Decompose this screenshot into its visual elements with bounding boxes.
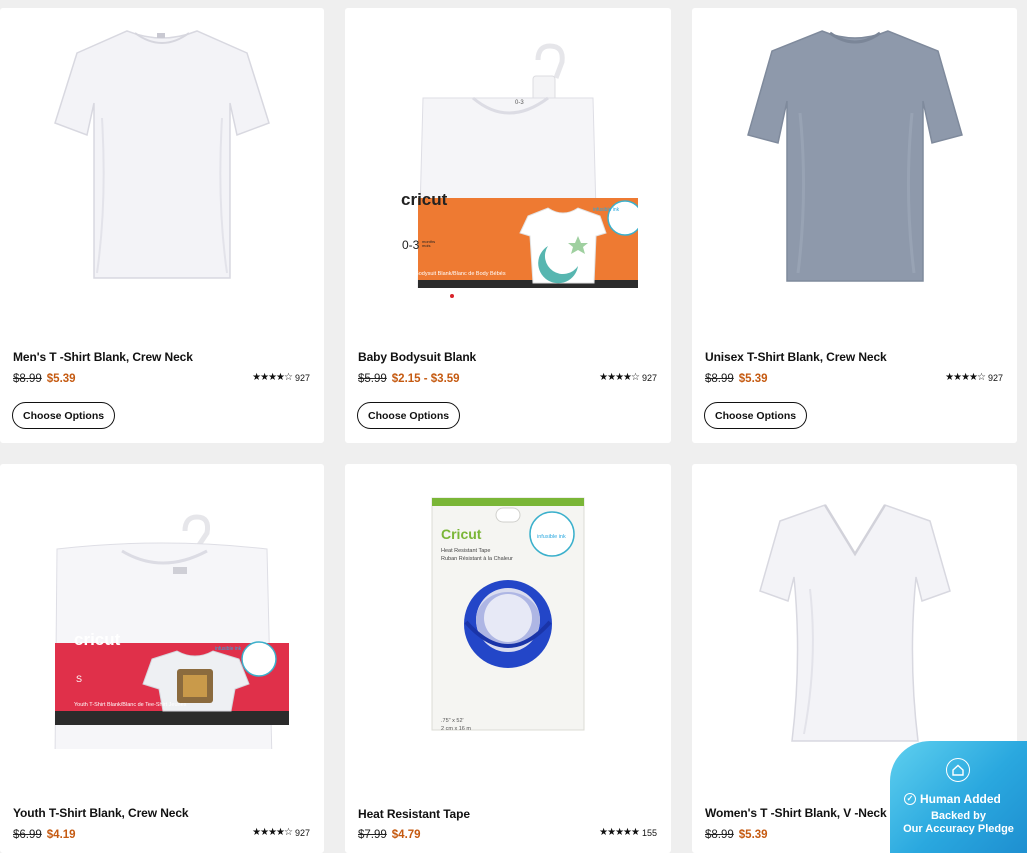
product-price: $8.99 $5.39 <box>13 373 76 385</box>
rating[interactable]: ★★★★☆ 927 <box>945 372 1003 383</box>
choose-options-button[interactable]: Choose Options <box>12 402 116 429</box>
product-image[interactable] <box>692 8 1017 308</box>
sale-price: $2.15 - $3.59 <box>391 373 460 385</box>
product-price: $8.99 $5.39 <box>705 373 768 385</box>
rating-count: 927 <box>641 372 657 383</box>
package-caption: Baby Bodysuit Blank/Blanc de Body Bébés <box>401 271 506 277</box>
product-name[interactable]: Unisex T-Shirt Blank, Crew Neck <box>705 350 887 364</box>
human-added-badge[interactable]: ✓ Human Added Backed by Our Accuracy Ple… <box>890 741 1027 853</box>
product-card[interactable]: cricut 0-3 months mois Baby Bodysuit Bla… <box>345 8 671 443</box>
rating-count: 927 <box>987 372 1003 383</box>
product-price: $6.99 $4.19 <box>13 829 76 841</box>
badge-subtitle: Backed by Our Accuracy Pledge <box>890 810 1027 836</box>
sale-price: $4.79 <box>391 829 421 841</box>
package-caption: Youth T-Shirt Blank/Blanc de Tee-Shirt J… <box>74 702 187 708</box>
package-line2: Ruban Résistant à la Chaleur <box>441 556 513 562</box>
product-name[interactable]: Heat Resistant Tape <box>358 807 470 821</box>
rating[interactable]: ★★★★☆ 927 <box>599 372 657 383</box>
youth-tshirt-package-image <box>54 514 289 749</box>
badge-line1: Backed by <box>930 810 987 822</box>
choose-options-button[interactable]: Choose Options <box>357 402 461 429</box>
sale-price: $5.39 <box>738 373 768 385</box>
package-brand: cricut <box>401 190 448 209</box>
product-name[interactable]: Youth T-Shirt Blank, Crew Neck <box>13 806 189 820</box>
product-image[interactable] <box>345 464 671 764</box>
grey-tshirt-image <box>746 30 963 282</box>
package-size: 0-3 <box>402 238 420 252</box>
product-card[interactable]: Unisex T-Shirt Blank, Crew Neck $8.99 $5.… <box>692 8 1017 443</box>
package-line1: Heat Resistant Tape <box>441 548 491 554</box>
product-price: $8.99 $5.39 <box>705 829 768 841</box>
sale-price: $5.39 <box>46 373 76 385</box>
old-price: $8.99 <box>705 373 734 385</box>
white-tshirt-image <box>54 30 270 279</box>
product-grid: Men's T -Shirt Blank, Crew Neck $8.99 $5.… <box>0 0 1027 853</box>
package-dims: .75" x 52' <box>441 718 464 724</box>
product-image[interactable] <box>0 8 324 308</box>
check-circle-icon: ✓ <box>904 793 916 805</box>
product-price: $5.99 $2.15 - $3.59 <box>358 373 460 385</box>
rating-count: 927 <box>294 372 310 383</box>
star-rating-icon: ★★★★☆ <box>945 372 986 383</box>
product-name[interactable]: Men's T -Shirt Blank, Crew Neck <box>13 350 193 364</box>
product-card[interactable]: Men's T -Shirt Blank, Crew Neck $8.99 $5.… <box>0 8 324 443</box>
package-size-sub: months mois <box>422 239 436 248</box>
choose-options-button[interactable]: Choose Options <box>704 402 808 429</box>
product-name[interactable]: Women's T -Shirt Blank, V -Neck <box>705 806 887 820</box>
old-price: $5.99 <box>358 373 387 385</box>
package-brand: Cricut <box>441 526 482 542</box>
sale-price: $4.19 <box>46 829 76 841</box>
package-seal: infusible ink <box>537 534 566 540</box>
product-card[interactable]: Cricut Heat Resistant Tape Ruban Résista… <box>345 464 671 853</box>
product-image[interactable] <box>345 8 671 308</box>
product-image[interactable] <box>692 464 1017 764</box>
old-price: $7.99 <box>358 829 387 841</box>
carousel-dot[interactable] <box>450 294 454 298</box>
old-price: $6.99 <box>13 829 42 841</box>
rating[interactable]: ★★★★☆ 927 <box>252 372 310 383</box>
product-image[interactable] <box>0 464 324 764</box>
badge-line2: Our Accuracy Pledge <box>903 823 1014 835</box>
sale-price: $5.39 <box>738 829 768 841</box>
package-size: S <box>76 674 83 684</box>
product-card[interactable]: cricut S Youth T-Shirt Blank/Blanc de Te… <box>0 464 324 853</box>
product-price: $7.99 $4.79 <box>358 829 421 841</box>
product-name[interactable]: Baby Bodysuit Blank <box>358 350 476 364</box>
rating[interactable]: ★★★★☆ 927 <box>252 827 310 838</box>
hanger-size-tag: 0-3 <box>515 100 524 106</box>
womens-vneck-tshirt-image <box>758 504 951 742</box>
package-brand: cricut <box>74 630 121 649</box>
star-rating-icon: ★★★★★ <box>599 827 640 838</box>
home-icon <box>946 758 970 782</box>
rating-count: 155 <box>641 827 657 838</box>
package-dims-metric: 2 cm x 16 m <box>441 726 471 732</box>
old-price: $8.99 <box>705 829 734 841</box>
badge-title: Human Added <box>920 792 1001 806</box>
star-rating-icon: ★★★★☆ <box>252 827 293 838</box>
rating-count: 927 <box>294 827 310 838</box>
package-seal: infusible ink <box>215 646 242 652</box>
star-rating-icon: ★★★★☆ <box>252 372 293 383</box>
package-seal: infusible ink <box>593 207 620 213</box>
badge-title-row: ✓ Human Added <box>904 792 1001 806</box>
rating[interactable]: ★★★★★ 155 <box>599 827 657 838</box>
old-price: $8.99 <box>13 373 42 385</box>
star-rating-icon: ★★★★☆ <box>599 372 640 383</box>
